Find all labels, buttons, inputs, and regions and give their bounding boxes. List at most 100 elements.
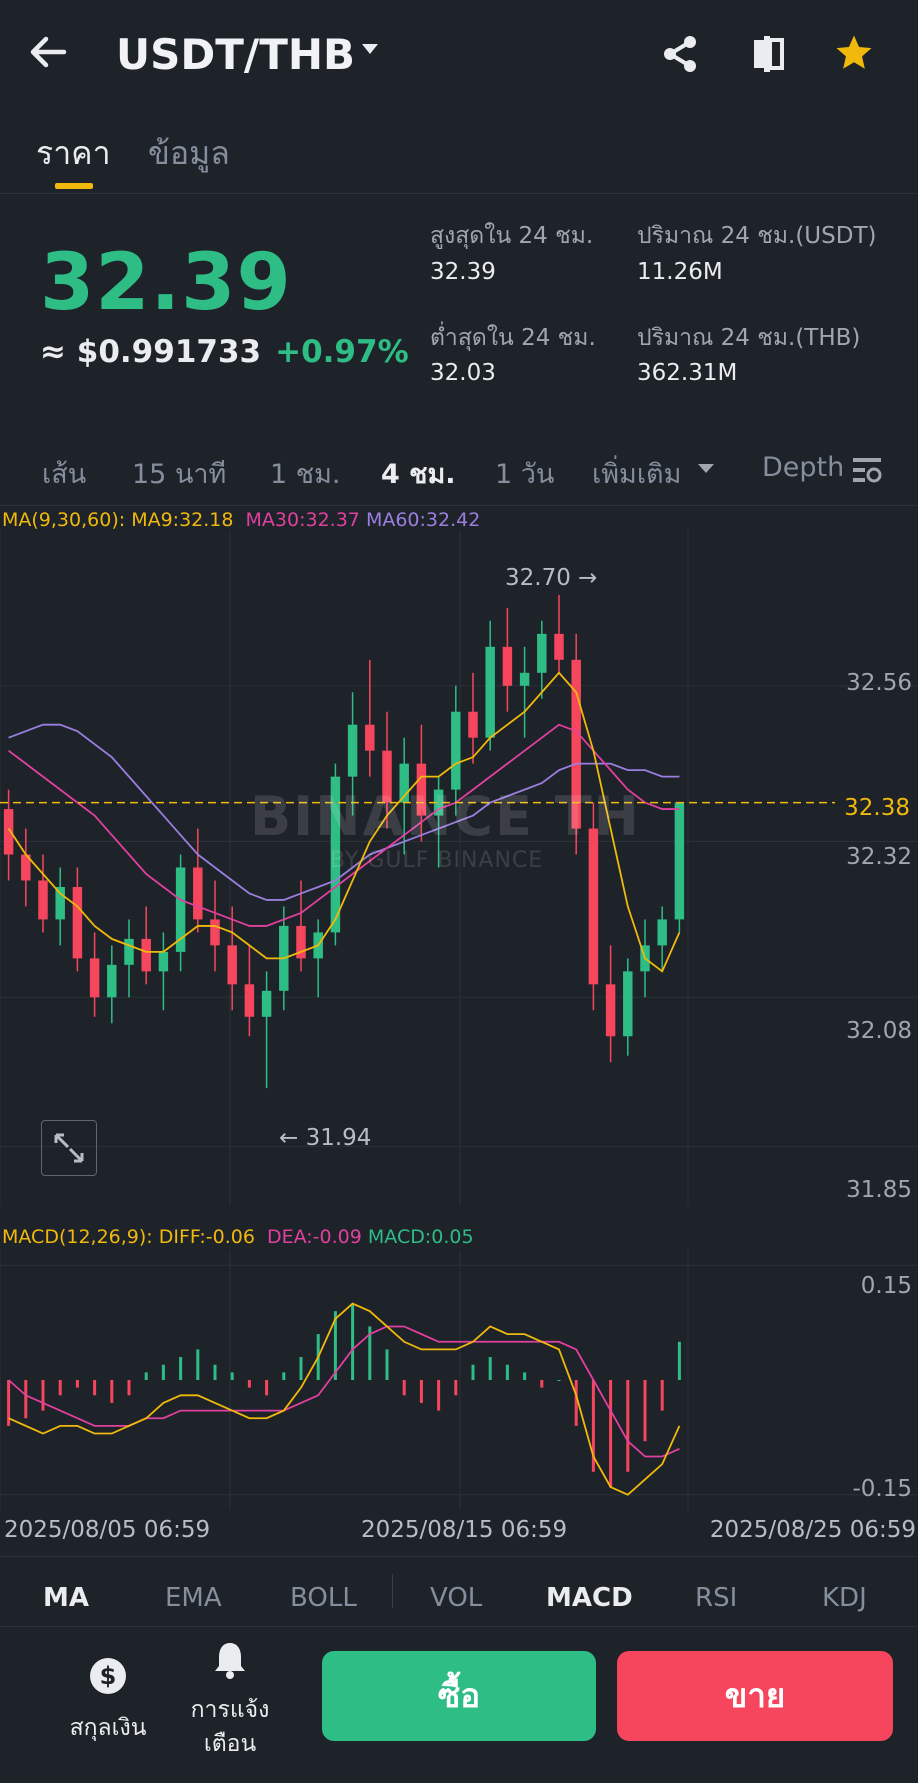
high-marker: 32.70 →	[505, 565, 598, 591]
candle-body	[124, 938, 134, 965]
macd-bar	[127, 1380, 131, 1396]
time-axis-label: 2025/08/15 06:59	[361, 1517, 568, 1543]
favorite-button[interactable]	[833, 32, 875, 78]
candle-body	[537, 633, 547, 673]
interval-1d[interactable]: 1 วัน	[495, 452, 554, 495]
settings-icon[interactable]	[851, 456, 883, 490]
interval-line[interactable]: เส้น	[42, 452, 86, 495]
macd-bar	[110, 1380, 114, 1403]
candle-body	[657, 919, 667, 946]
indicator-tab-kdj[interactable]: KDJ	[822, 1583, 867, 1613]
macd-bar	[196, 1349, 200, 1380]
macd-bar	[213, 1364, 217, 1380]
candle-body	[193, 867, 203, 920]
ma-legend: MA(9,30,60): MA9:32.18 MA30:32.37 MA60:3…	[2, 509, 480, 531]
candle-body	[210, 919, 220, 946]
candle-body	[244, 984, 255, 1017]
time-axis-label: 2025/08/25 06:59	[709, 1517, 916, 1543]
macd-diff: DIFF:-0.06	[158, 1226, 255, 1248]
candle-body	[485, 646, 495, 738]
indicator-tab-boll[interactable]: BOLL	[290, 1583, 357, 1613]
interval-1h[interactable]: 1 ชม.	[270, 452, 340, 495]
sell-button[interactable]: ขาย	[617, 1651, 893, 1741]
ma60-value: MA60:32.42	[365, 509, 481, 531]
candle-body	[519, 672, 530, 686]
dollar-icon: $	[90, 1658, 126, 1694]
candle-body	[554, 633, 564, 660]
high-value: 32.39	[430, 259, 496, 285]
depth-tab[interactable]: Depth	[762, 452, 844, 483]
macd-bar	[161, 1364, 165, 1380]
candle-body	[623, 971, 633, 1037]
low-marker: ← 31.94	[279, 1125, 372, 1151]
alert-label: การแจ้ง	[190, 1697, 270, 1723]
candle-body	[3, 809, 14, 855]
macd-bar	[299, 1357, 303, 1380]
macd-bar	[523, 1372, 527, 1380]
chevron-down-icon[interactable]	[362, 44, 378, 54]
volume-thb-value: 362.31M	[637, 360, 738, 386]
volume-thb-label: ปริมาณ 24 ชม.(THB)	[637, 325, 861, 351]
candle-body	[72, 886, 83, 959]
candle-body	[468, 711, 478, 738]
interval-15m[interactable]: 15 นาที	[132, 452, 226, 495]
buy-button[interactable]: ซื้อ	[322, 1651, 596, 1741]
candle-body	[55, 886, 65, 920]
macd-bar	[660, 1380, 664, 1411]
interval-more[interactable]: เพิ่มเติม	[592, 452, 681, 495]
macd-bar	[677, 1341, 681, 1380]
high-label: สูงสุดใน 24 ชม.	[430, 223, 594, 249]
star-icon	[836, 35, 872, 69]
pair-title[interactable]: USDT/THB	[116, 30, 355, 79]
divider	[0, 193, 918, 194]
tab-info[interactable]: ข้อมูล	[148, 128, 230, 179]
macd-bar	[247, 1380, 251, 1388]
currency-label: สกุลเงิน	[69, 1715, 147, 1741]
macd-bar	[58, 1380, 62, 1396]
share-icon	[664, 36, 696, 72]
compare-button[interactable]	[750, 34, 786, 78]
divider	[0, 505, 918, 506]
low-value: 32.03	[430, 360, 496, 386]
macd-bar	[144, 1372, 148, 1380]
indicator-tab-macd[interactable]: MACD	[546, 1583, 633, 1613]
last-price: 32.39	[40, 238, 292, 328]
macd-bar	[230, 1372, 234, 1380]
chevron-down-icon	[698, 464, 714, 473]
price-axis-label: 31.85	[846, 1177, 912, 1203]
macd-bar	[471, 1364, 475, 1380]
indicator-tab-ema[interactable]: EMA	[165, 1583, 222, 1613]
fullscreen-button[interactable]	[41, 1120, 97, 1176]
macd-axis-label: 0.15	[860, 1273, 912, 1299]
macd-bar	[437, 1380, 441, 1411]
macd-bar	[282, 1372, 286, 1380]
candle-body	[451, 711, 461, 790]
macd-bar	[505, 1364, 509, 1380]
expand-icon	[54, 1133, 84, 1163]
indicator-tab-rsi[interactable]: RSI	[695, 1583, 737, 1613]
candle-body	[347, 724, 358, 777]
currency-button[interactable]: $ สกุลเงิน	[58, 1655, 158, 1755]
low-label: ต่ำสุดใน 24 ชม.	[430, 325, 596, 351]
macd-bar	[574, 1380, 578, 1426]
macd-chart[interactable]	[0, 1250, 918, 1510]
indicator-tab-vol[interactable]: VOL	[430, 1583, 482, 1613]
macd-bar	[557, 1380, 561, 1381]
interval-4h[interactable]: 4 ชม.	[381, 452, 456, 495]
macd-bar	[179, 1357, 183, 1380]
watermark-sub: BY GULF BINANCE	[330, 848, 544, 873]
back-button[interactable]	[26, 30, 70, 74]
share-button[interactable]	[660, 34, 700, 78]
watermark-brand: BINANCE TH	[250, 785, 641, 848]
tab-price[interactable]: ราคา	[36, 128, 111, 179]
current-price-tag: 32.38	[840, 795, 914, 821]
usd-price: ≈ $0.991733 +0.97%	[40, 334, 409, 370]
indicator-tab-ma[interactable]: MA	[43, 1583, 89, 1613]
macd-params: MACD(12,26,9):	[2, 1226, 153, 1248]
tab-separator	[392, 1574, 393, 1608]
macd-bar	[454, 1380, 458, 1396]
candle-body	[38, 880, 48, 920]
macd-bar	[351, 1303, 355, 1380]
alert-button[interactable]: การแจ้ง เตือน	[180, 1640, 280, 1760]
alert-label: เตือน	[203, 1731, 257, 1757]
